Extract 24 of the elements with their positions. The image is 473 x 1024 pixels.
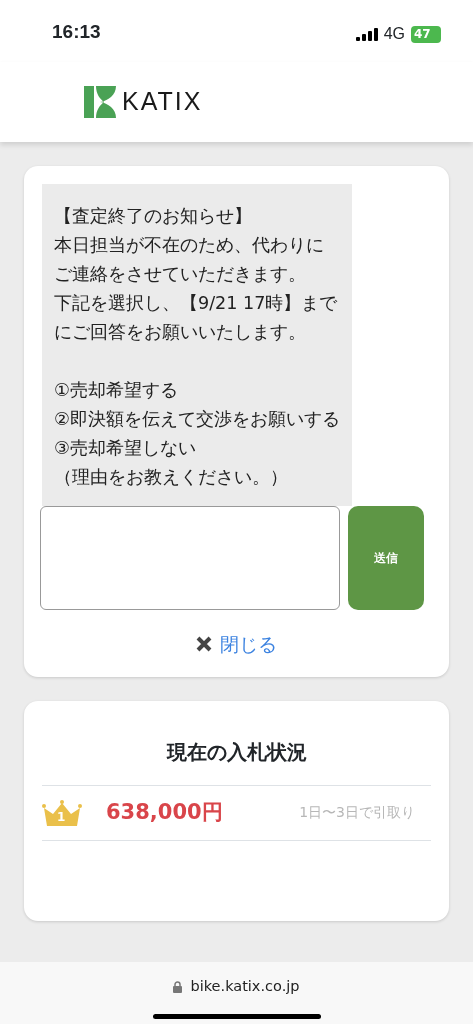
option-text: ①売却希望する <box>54 379 179 402</box>
rank-number: 1 <box>57 809 66 824</box>
message-title: 【査定終了のお知らせ】 <box>54 205 253 228</box>
home-indicator[interactable] <box>152 1013 321 1019</box>
pickup-note: 1日〜3日で引取り <box>299 803 415 822</box>
battery-icon: 47 <box>411 25 441 43</box>
option-note: （理由をお教えください。） <box>54 466 289 489</box>
bid-price: 638,000円 <box>106 798 223 826</box>
message-text: 本日担当が不在のため、代わりにご連絡をさせていただきます。 <box>54 234 325 286</box>
close-icon <box>196 636 212 653</box>
reply-field[interactable] <box>40 506 340 610</box>
logo-text: KATIX <box>122 86 203 118</box>
section-title: 現在の入札状況 <box>165 738 308 766</box>
close-link[interactable]: 閉じる <box>220 630 277 659</box>
send-button[interactable]: 送信 <box>348 506 424 610</box>
url-text[interactable]: bike.katix.co.jp <box>190 976 300 998</box>
option-text: ②即決額を伝えて交渉をお願いする <box>54 408 340 431</box>
message-text: 下記を選択し、【9/21 17時】までにご回答をお願いいたします。 <box>54 292 339 344</box>
signal-icon <box>355 27 378 41</box>
clock-time: 16:13 <box>52 20 101 44</box>
network-label: 4G <box>383 24 405 44</box>
logo-icon <box>84 86 116 118</box>
lock-icon <box>173 980 183 993</box>
option-text: ③売却希望しない <box>54 437 197 460</box>
